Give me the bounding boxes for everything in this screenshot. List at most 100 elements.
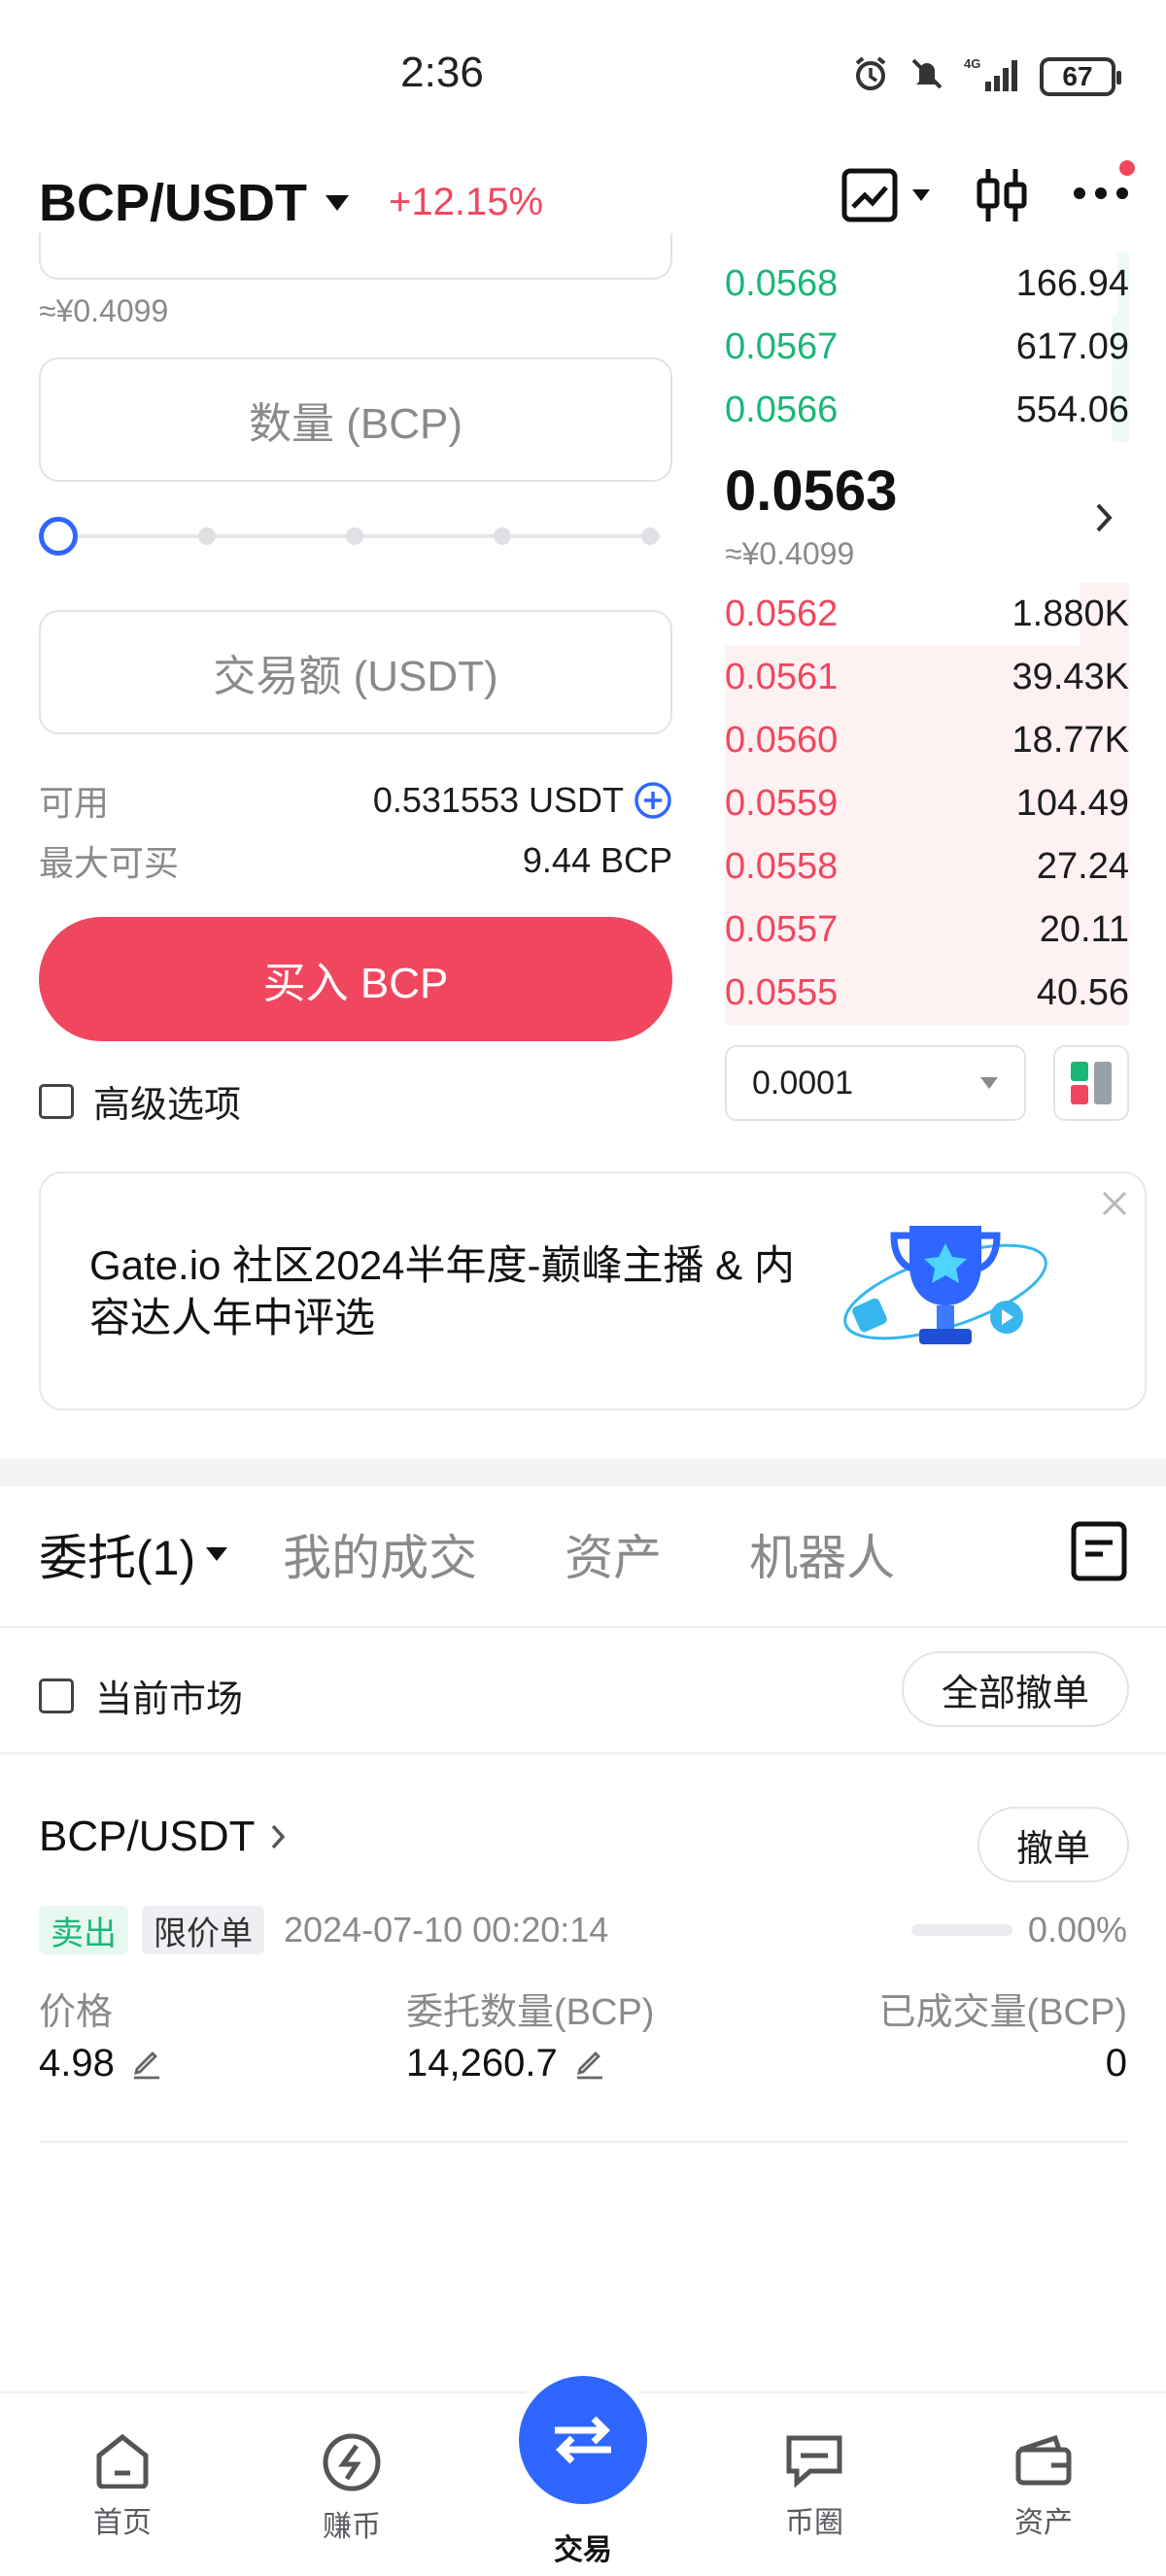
caret-down-icon — [980, 1077, 998, 1089]
more-menu-button[interactable] — [1073, 159, 1135, 208]
depth-layout-toggle[interactable] — [1053, 1045, 1129, 1121]
current-market-checkbox[interactable] — [39, 1678, 74, 1713]
nav-earn[interactable]: 赚币 — [274, 2432, 429, 2545]
precision-value: 0.0001 — [752, 1064, 853, 1102]
order-side-badge: 卖出 — [39, 1906, 128, 1954]
order-tabs: 委托(1) 我的成交 资产 机器人 — [39, 1519, 982, 1589]
ask-qty: 617.09 — [1015, 326, 1129, 367]
cancel-all-button[interactable]: 全部撤单 — [902, 1651, 1129, 1727]
order-divider — [39, 2141, 1129, 2143]
bid-row[interactable]: 0.0559 104.49 — [725, 772, 1129, 835]
order-pair-link[interactable]: BCP/USDT — [39, 1813, 286, 1861]
ask-row[interactable]: 0.0568 166.94 — [725, 253, 1129, 316]
total-placeholder: 交易额 (USDT) — [213, 653, 498, 700]
chevron-right-icon — [272, 1824, 286, 1849]
available-label: 可用 — [39, 783, 110, 823]
bid-row[interactable]: 0.0558 27.24 — [725, 835, 1129, 898]
bid-qty: 40.56 — [1036, 972, 1129, 1013]
chevron-right-icon[interactable] — [1094, 501, 1115, 534]
battery-indicator: 67 — [1040, 56, 1121, 96]
slider-step-75[interactable] — [494, 527, 511, 545]
buy-button[interactable]: 买入 BCP — [39, 917, 672, 1041]
chart-toggle[interactable] — [841, 168, 931, 222]
bid-row[interactable]: 0.0555 40.56 — [725, 962, 1129, 1025]
amount-placeholder: 数量 (BCP) — [249, 400, 463, 448]
amount-slider[interactable] — [39, 515, 661, 558]
home-icon — [96, 2433, 149, 2489]
banner-text: Gate.io 社区2024半年度-巅峰主播 & 内容达人年中评选 — [89, 1242, 795, 1340]
ask-qty: 554.06 — [1015, 390, 1129, 430]
add-funds-icon[interactable] — [634, 781, 672, 820]
tab-assets[interactable]: 资产 — [565, 1519, 662, 1589]
advanced-options-label: 高级选项 — [93, 1085, 242, 1126]
order-pair-name: BCP/USDT — [39, 1813, 256, 1860]
slider-step-25[interactable] — [198, 527, 216, 545]
nav-trade-label: 交易 — [554, 2534, 612, 2566]
nav-home-label: 首页 — [93, 2507, 152, 2539]
bid-row[interactable]: 0.0561 39.43K — [725, 646, 1129, 709]
bid-price: 0.0558 — [725, 846, 839, 887]
edit-icon[interactable] — [573, 2048, 606, 2081]
tabs-divider — [0, 1626, 1166, 1628]
caret-down-icon — [326, 195, 350, 211]
bid-price: 0.0557 — [725, 909, 839, 950]
pair-selector[interactable]: BCP/USDT — [39, 173, 350, 233]
bid-qty: 1.880K — [1012, 593, 1129, 634]
trophy-illustration — [843, 1226, 1047, 1344]
earn-coin-icon — [323, 2433, 381, 2491]
slider-step-100[interactable] — [641, 527, 659, 545]
candlestick-icon[interactable] — [974, 167, 1030, 223]
section-divider — [0, 1459, 1166, 1486]
total-input[interactable]: 交易额 (USDT) — [39, 610, 672, 734]
available-value: 0.531553 USDT — [372, 780, 624, 820]
nav-trade[interactable]: 交易 — [505, 2525, 661, 2568]
bid-row[interactable]: 0.0560 18.77K — [725, 709, 1129, 772]
available-value-wrap: 0.531553 USDT — [373, 775, 672, 826]
nav-social[interactable]: 币圈 — [737, 2432, 892, 2541]
tab-bots[interactable]: 机器人 — [749, 1519, 895, 1589]
bid-price: 0.0561 — [725, 657, 839, 697]
close-icon[interactable] — [1100, 1189, 1129, 1218]
nav-assets[interactable]: 资产 — [966, 2432, 1121, 2541]
order-qty-label: 委托数量(BCP) — [406, 1992, 655, 2033]
order-qty-value: 14,260.7 — [406, 2042, 558, 2085]
ask-row[interactable]: 0.0567 617.09 — [725, 316, 1129, 379]
chevron-down-icon — [912, 189, 930, 201]
fill-progress-value: 0.00% — [1027, 1910, 1127, 1949]
precision-select[interactable]: 0.0001 — [725, 1045, 1026, 1121]
fill-progress-bar — [910, 1924, 1012, 1936]
edit-icon[interactable] — [130, 2048, 163, 2081]
order-price-value: 4.98 — [39, 2042, 115, 2085]
last-price-cny: ≈¥0.4099 — [725, 536, 855, 571]
bid-qty: 104.49 — [1015, 783, 1129, 824]
nav-trade-button[interactable] — [519, 2376, 647, 2504]
price-input[interactable] — [39, 233, 672, 280]
status-icons: 4G 67 — [851, 54, 1121, 98]
amount-input[interactable]: 数量 (BCP) — [39, 357, 672, 482]
bid-row[interactable]: 0.0562 1.880K — [725, 583, 1129, 646]
price-change: +12.15% — [389, 181, 544, 223]
more-dots-icon — [1074, 186, 1128, 199]
tab-my-trades[interactable]: 我的成交 — [283, 1519, 477, 1589]
advanced-options[interactable]: 高级选项 — [39, 1074, 241, 1128]
last-price[interactable]: 0.0563 — [725, 458, 897, 524]
nav-home[interactable]: 首页 — [45, 2432, 200, 2541]
current-market-filter[interactable]: 当前市场 — [39, 1669, 243, 1722]
notification-dot — [1119, 159, 1135, 176]
order-meta: 卖出 限价单 2024-07-10 00:20:14 — [39, 1906, 608, 1954]
slider-knob[interactable] — [39, 517, 78, 556]
header-actions — [841, 159, 1135, 223]
bottom-nav: 首页 赚币 交易 币圈 资产 — [0, 2376, 1166, 2576]
order-price: 4.98 — [39, 2042, 163, 2085]
promo-banner[interactable]: Gate.io 社区2024半年度-巅峰主播 & 内容达人年中评选 — [39, 1171, 1147, 1410]
order-history-icon[interactable] — [1071, 1521, 1127, 1581]
bid-qty: 39.43K — [1012, 657, 1129, 697]
nav-social-label: 币圈 — [785, 2507, 843, 2539]
advanced-options-checkbox[interactable] — [39, 1083, 74, 1119]
ask-row[interactable]: 0.0566 554.06 — [725, 379, 1129, 442]
cancel-order-button[interactable]: 撤单 — [977, 1807, 1129, 1882]
current-market-label: 当前市场 — [95, 1679, 244, 1720]
slider-step-50[interactable] — [346, 527, 363, 545]
bid-row[interactable]: 0.0557 20.11 — [725, 898, 1129, 962]
tab-orders[interactable]: 委托(1) — [39, 1519, 228, 1589]
